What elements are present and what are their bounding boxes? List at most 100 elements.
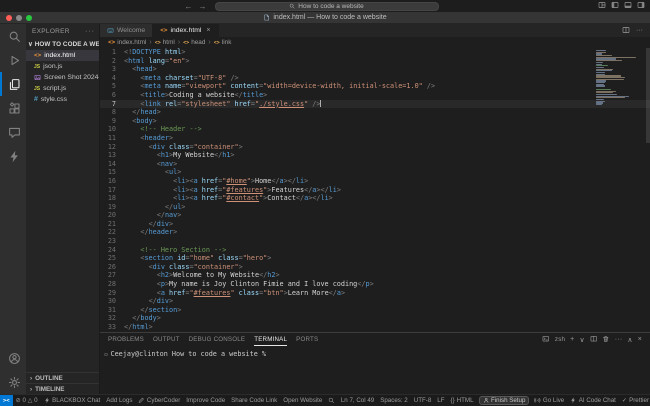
tab-index-html[interactable]: <> index.html ×: [153, 24, 219, 37]
editor-scrollbar[interactable]: [646, 48, 650, 143]
status-indentation[interactable]: Spaces: 2: [377, 395, 411, 406]
file-item-json.js[interactable]: JS json.js: [26, 61, 99, 72]
tab-welcome[interactable]: Welcome: [100, 24, 154, 37]
nav-back-button[interactable]: ←: [185, 2, 193, 11]
activity-run-debug[interactable]: [0, 48, 26, 72]
code-line-1[interactable]: 1 <!DOCTYPE html>: [100, 48, 650, 57]
code-line-9[interactable]: 9 <body>: [100, 117, 650, 126]
split-terminal-button[interactable]: [590, 335, 598, 345]
status-finish-setup[interactable]: Finish Setup: [478, 396, 530, 405]
code-line-5[interactable]: 5 <meta name="viewport" content="width=d…: [100, 82, 650, 91]
file-item-index.html[interactable]: <> index.html: [26, 50, 99, 61]
toggle-secondary-sidebar-button[interactable]: [637, 1, 645, 11]
status-search-status[interactable]: [325, 395, 338, 406]
kill-terminal-button[interactable]: [602, 335, 610, 345]
explorer-more-button[interactable]: ···: [85, 28, 95, 35]
status-go-live[interactable]: Go Live: [531, 395, 567, 406]
code-line-6[interactable]: 6 <title>Coding a website</title>: [100, 91, 650, 100]
code-line-29[interactable]: 29 <a href="#features" class="btn">Learn…: [100, 289, 650, 298]
status-language-mode[interactable]: {} HTML: [448, 395, 477, 406]
code-line-32[interactable]: 32 </body>: [100, 314, 650, 323]
nav-forward-button[interactable]: →: [199, 2, 207, 11]
code-line-26[interactable]: 26 <div class="container">: [100, 263, 650, 272]
code-line-2[interactable]: 2 <html lang="en">: [100, 57, 650, 66]
code-line-22[interactable]: 22 </header>: [100, 228, 650, 237]
toggle-primary-sidebar-button[interactable]: [611, 1, 619, 11]
new-terminal-button[interactable]: +: [570, 336, 574, 343]
code-line-30[interactable]: 30 </div>: [100, 297, 650, 306]
code-line-12[interactable]: 12 <div class="container">: [100, 143, 650, 152]
command-center-search[interactable]: How to code a website: [214, 1, 439, 11]
activity-extensions[interactable]: [0, 96, 26, 120]
breadcrumb-index-html[interactable]: <> index.html: [108, 39, 146, 46]
status-add-logs[interactable]: Add Logs: [103, 395, 135, 406]
section-outline[interactable]: › OUTLINE: [26, 372, 99, 383]
terminal-area[interactable]: Ceejay@clinton How to code a website %: [100, 346, 650, 394]
code-line-21[interactable]: 21 </div>: [100, 220, 650, 229]
code-line-24[interactable]: 24 <!-- Hero Section -->: [100, 246, 650, 255]
status-open-website[interactable]: Open Website: [280, 395, 325, 406]
file-item-script.js[interactable]: JS script.js: [26, 83, 99, 94]
status-improve-code[interactable]: Improve Code: [183, 395, 228, 406]
code-line-31[interactable]: 31 </section>: [100, 306, 650, 315]
panel-tab-debug-console[interactable]: DEBUG CONSOLE: [189, 333, 246, 346]
maximize-panel-button[interactable]: ∧: [627, 336, 632, 344]
panel-tab-terminal[interactable]: TERMINAL: [254, 333, 288, 346]
code-line-17[interactable]: 17 <li><a href="#features">Features</a><…: [100, 186, 650, 195]
code-line-19[interactable]: 19 </ul>: [100, 203, 650, 212]
activity-explorer[interactable]: [0, 72, 26, 96]
status-share-code-link[interactable]: Share Code Link: [228, 395, 280, 406]
breadcrumb-head[interactable]: <> head: [183, 39, 205, 46]
minimap[interactable]: [596, 50, 642, 106]
activity-settings[interactable]: [0, 370, 26, 394]
code-line-23[interactable]: 23: [100, 237, 650, 246]
status-blackbox-chat[interactable]: BLACKBOX Chat: [41, 395, 104, 406]
code-line-13[interactable]: 13 <h1>My Website</h1>: [100, 151, 650, 160]
code-line-25[interactable]: 25 <section id="home" class="hero">: [100, 254, 650, 263]
section-timeline[interactable]: › TIMELINE: [26, 383, 99, 394]
breadcrumb-html[interactable]: <> html: [155, 39, 175, 46]
close-panel-button[interactable]: ×: [638, 336, 642, 343]
file-item-style.css[interactable]: # style.css: [26, 94, 99, 105]
file-item-screen-shot-2024-1...[interactable]: Screen Shot 2024-1...: [26, 72, 99, 83]
activity-blackbox[interactable]: [0, 144, 26, 168]
activity-search[interactable]: [0, 24, 26, 48]
code-line-11[interactable]: 11 <header>: [100, 134, 650, 143]
shell-name[interactable]: zsh: [555, 336, 565, 343]
status-cybercoder[interactable]: CyberCoder: [135, 395, 183, 406]
customize-layout-button[interactable]: [598, 1, 606, 11]
status-problems-status[interactable]: ⊘ 0 △ 0: [13, 395, 41, 406]
split-editor-button[interactable]: [622, 26, 630, 36]
breadcrumb-link[interactable]: <> link: [214, 39, 232, 46]
code-line-7[interactable]: 7 <link rel="stylesheet" href="./style.c…: [100, 99, 650, 109]
status-eol[interactable]: LF: [434, 395, 447, 406]
code-line-8[interactable]: 8 </head>: [100, 108, 650, 117]
panel-tab-problems[interactable]: PROBLEMS: [108, 333, 144, 346]
panel-tab-ports[interactable]: PORTS: [296, 333, 318, 346]
code-line-4[interactable]: 4 <meta charset="UTF-8" />: [100, 74, 650, 83]
activity-accounts[interactable]: [0, 346, 26, 370]
code-line-33[interactable]: 33 </html>: [100, 323, 650, 332]
status-remote-indicator[interactable]: ><: [0, 395, 13, 406]
code-editor[interactable]: 1 <!DOCTYPE html> 2 <html lang="en"> 3 <head…: [100, 48, 650, 332]
code-line-16[interactable]: 16 <li><a href="#home">Home</a></li>: [100, 177, 650, 186]
editor-more-button[interactable]: ···: [636, 27, 643, 34]
status-cursor-position[interactable]: Ln 7, Col 49: [338, 395, 377, 406]
toggle-panel-button[interactable]: [624, 1, 632, 11]
code-line-10[interactable]: 10 <!-- Header -->: [100, 125, 650, 134]
close-tab-icon[interactable]: ×: [206, 27, 210, 34]
code-line-3[interactable]: 3 <head>: [100, 65, 650, 74]
status-prettier[interactable]: ✓ Prettier: [619, 395, 650, 406]
status-ai-code-chat[interactable]: AI Code Chat: [567, 395, 619, 406]
panel-more-button[interactable]: ···: [615, 336, 623, 343]
code-line-27[interactable]: 27 <h2>Welcome to My Website</h2>: [100, 271, 650, 280]
code-line-15[interactable]: 15 <ul>: [100, 168, 650, 177]
code-line-20[interactable]: 20 </nav>: [100, 211, 650, 220]
code-line-14[interactable]: 14 <nav>: [100, 160, 650, 169]
activity-chat[interactable]: [0, 120, 26, 144]
code-line-18[interactable]: 18 <li><a href="#contact">Contact</a></l…: [100, 194, 650, 203]
panel-tab-output[interactable]: OUTPUT: [153, 333, 180, 346]
status-encoding[interactable]: UTF-8: [411, 395, 435, 406]
folder-section-header[interactable]: ∨ HOW TO CODE A WEBSITE: [26, 39, 99, 50]
code-line-28[interactable]: 28 <p>My name is Joy Clinton Fimie and I…: [100, 280, 650, 289]
